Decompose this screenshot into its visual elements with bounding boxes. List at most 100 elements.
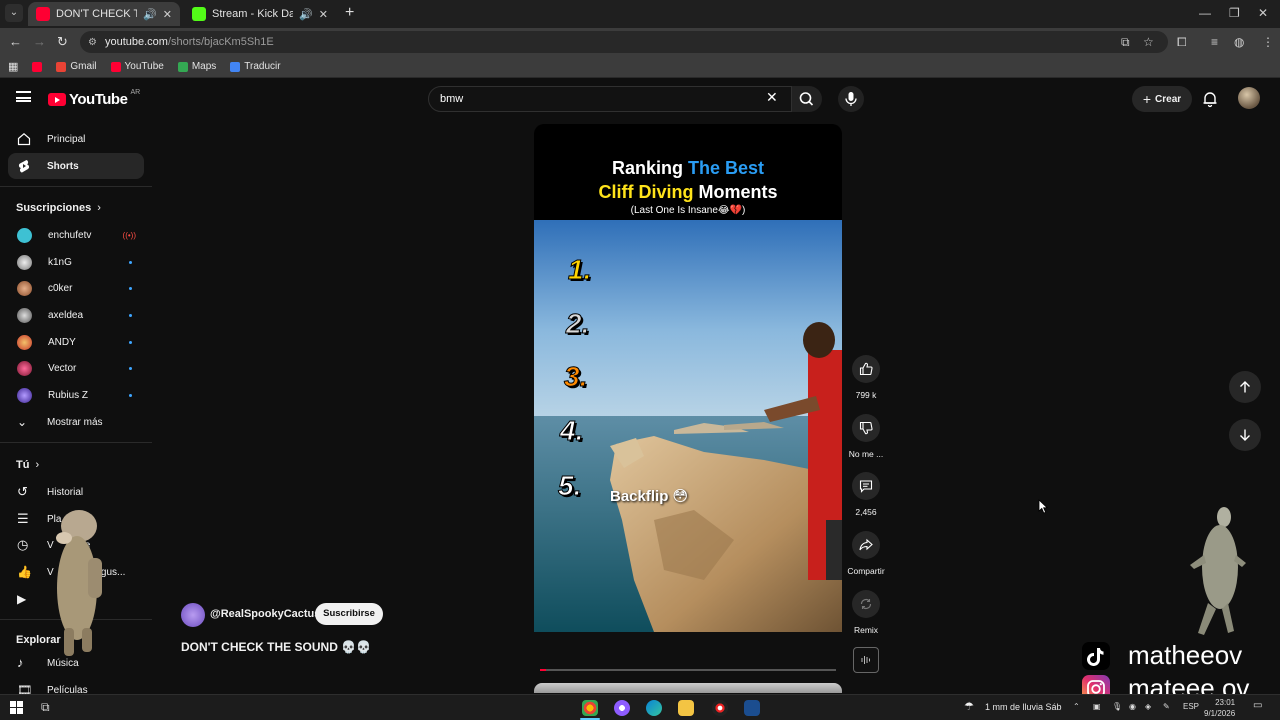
url-field[interactable]: ⚙ youtube.com/shorts/bjacKm5Sh1E — [80, 31, 1168, 53]
sidebar-item-label: c0ker — [48, 282, 73, 294]
clear-search-icon[interactable]: ✕ — [766, 89, 778, 106]
chrome-taskbar-icon[interactable] — [582, 700, 598, 716]
windows-taskbar: ⧉ ☂ 1 mm de lluvia Sáb ⌃ ▣ 🎙 ◉ ◈ ✎ ESP 2… — [0, 694, 1280, 720]
tray-app-icon[interactable]: ◉ — [1129, 702, 1136, 711]
tray-app-icon[interactable]: ◈ — [1145, 702, 1151, 711]
subscriptions-title: Suscripciones — [16, 202, 92, 214]
bell-icon — [1203, 92, 1217, 108]
notification-icon[interactable]: ▭ — [1253, 700, 1262, 711]
minimize-icon[interactable]: — — [1199, 6, 1211, 20]
bookmark-maps[interactable]: Maps — [177, 61, 216, 72]
next-short-button[interactable] — [1229, 419, 1261, 451]
next-short-preview[interactable] — [534, 683, 842, 693]
voice-search-button[interactable] — [838, 86, 864, 112]
remix-action[interactable]: Remix — [846, 590, 886, 635]
share-button[interactable] — [852, 531, 880, 559]
sidebar-item-c0ker[interactable]: c0ker — [8, 275, 144, 301]
close-tab-icon[interactable]: ✕ — [319, 8, 328, 21]
dislike-action[interactable]: No me ... — [846, 414, 886, 459]
short-video-player[interactable]: Ranking The Best Cliff Diving Moments (L… — [534, 124, 842, 632]
search-button[interactable] — [792, 86, 822, 112]
profile-icon[interactable]: ◍ — [1234, 35, 1244, 49]
record-app-icon[interactable] — [712, 700, 728, 716]
you-header[interactable]: Tú › — [16, 459, 39, 471]
comments-button[interactable] — [852, 472, 880, 500]
close-tab-icon[interactable]: ✕ — [163, 8, 172, 21]
sidebar-item-vector[interactable]: Vector — [8, 355, 144, 381]
sidebar-item-home[interactable]: Principal — [8, 126, 144, 152]
site-info-icon[interactable]: ⚙ — [88, 37, 97, 48]
channel-avatar[interactable] — [181, 603, 205, 627]
title-part: Ranking — [611, 158, 688, 178]
clock-icon: ◷ — [17, 537, 29, 552]
file-explorer-icon[interactable] — [678, 700, 694, 716]
like-button[interactable] — [852, 355, 880, 383]
reading-list-icon[interactable]: ≡ — [1211, 35, 1218, 49]
like-action[interactable]: 799 k — [846, 355, 886, 400]
bookmark-youtube-icon-only[interactable] — [32, 61, 43, 72]
apps-grid-icon[interactable]: ▦ — [8, 60, 18, 73]
windows-start-icon[interactable] — [10, 701, 23, 714]
notifications-button[interactable] — [1201, 90, 1219, 113]
home-icon — [17, 133, 31, 146]
speaker-icon[interactable]: 🔊 — [143, 8, 157, 21]
search-input[interactable]: bmw — [428, 86, 792, 112]
sidebar-item-axeldea[interactable]: axeldea — [8, 302, 144, 328]
account-avatar[interactable] — [1238, 87, 1260, 109]
sidebar-item-shorts[interactable]: Shorts — [8, 153, 144, 179]
reload-icon[interactable]: ↻ — [57, 34, 68, 50]
pen-tray-icon[interactable]: ✎ — [1163, 702, 1170, 711]
install-app-icon[interactable]: ⧉ — [1121, 35, 1130, 50]
video-progress-bar[interactable] — [540, 669, 836, 671]
comment-icon — [859, 480, 873, 493]
create-button[interactable]: + Crear — [1132, 86, 1192, 112]
previous-short-button[interactable] — [1229, 371, 1261, 403]
sidebar-item-enchufetv[interactable]: enchufetv ((•)) — [8, 222, 144, 248]
tab-youtube[interactable]: DON'T CHECK THE SOUND 🔊 ✕ — [28, 2, 180, 26]
new-tab-button[interactable]: + — [345, 5, 354, 21]
youtube-play-icon — [48, 93, 66, 106]
tab-title: DON'T CHECK THE SOUND — [56, 8, 138, 20]
show-more-button[interactable]: ⌄ Mostrar más — [8, 409, 144, 435]
steam-taskbar-icon[interactable] — [744, 700, 760, 716]
language-indicator[interactable]: ESP — [1183, 702, 1199, 711]
edge-taskbar-icon[interactable] — [646, 700, 662, 716]
tab-search-icon[interactable]: ⌄ — [5, 4, 23, 22]
restore-icon[interactable]: ❐ — [1229, 6, 1240, 20]
comments-count: 2,456 — [855, 507, 877, 517]
task-view-icon[interactable]: ⧉ — [41, 700, 50, 715]
forward-icon[interactable]: → — [33, 34, 46, 49]
bookmark-gmail[interactable]: Gmail — [56, 61, 97, 72]
comments-action[interactable]: 2,456 — [846, 472, 886, 517]
video-title[interactable]: DON'T CHECK THE SOUND 💀💀 — [181, 640, 371, 654]
channel-name[interactable]: @RealSpookyCactus — [210, 608, 320, 620]
weather-text[interactable]: 1 mm de lluvia Sáb — [985, 702, 1062, 712]
bookmark-star-icon[interactable]: ☆ — [1143, 35, 1154, 49]
share-action[interactable]: Compartir — [846, 531, 886, 576]
tab-kick[interactable]: Stream - Kick Dashboard 🔊 ✕ — [184, 2, 336, 26]
sidebar-item-andy[interactable]: ANDY — [8, 329, 144, 355]
bookmark-translate[interactable]: Traducir — [230, 61, 281, 72]
close-window-icon[interactable]: ✕ — [1258, 6, 1268, 20]
subscribe-button[interactable]: Suscribirse — [315, 603, 383, 625]
menu-icon[interactable] — [16, 91, 31, 102]
mic-tray-icon[interactable]: 🎙 — [1112, 702, 1122, 711]
remix-button[interactable] — [852, 590, 880, 618]
sound-thumbnail-button[interactable] — [853, 647, 879, 673]
youtube-logo[interactable]: YouTube AR — [48, 89, 140, 108]
browser-menu-icon[interactable]: ⋮ — [1262, 35, 1274, 49]
speaker-icon[interactable]: 🔊 — [299, 8, 313, 21]
rank-5-label: Backflip 😳 — [610, 488, 689, 505]
back-icon[interactable]: ← — [9, 34, 22, 49]
dislike-button[interactable] — [852, 414, 880, 442]
subscriptions-header[interactable]: Suscripciones › — [16, 202, 101, 214]
sidebar-item-rubius-z[interactable]: Rubius Z — [8, 382, 144, 408]
bookmark-youtube[interactable]: YouTube — [110, 61, 164, 72]
app-taskbar-icon[interactable] — [614, 700, 630, 716]
tray-chevron-icon[interactable]: ⌃ — [1073, 702, 1080, 711]
tray-app-icon[interactable]: ▣ — [1093, 702, 1101, 711]
sidebar-item-k1ng[interactable]: k1nG — [8, 249, 144, 275]
taskbar-clock[interactable]: 23:01 9/1/2026 — [1204, 697, 1235, 719]
extensions-icon[interactable]: ⧠ — [1177, 35, 1187, 50]
new-content-dot — [129, 260, 132, 264]
